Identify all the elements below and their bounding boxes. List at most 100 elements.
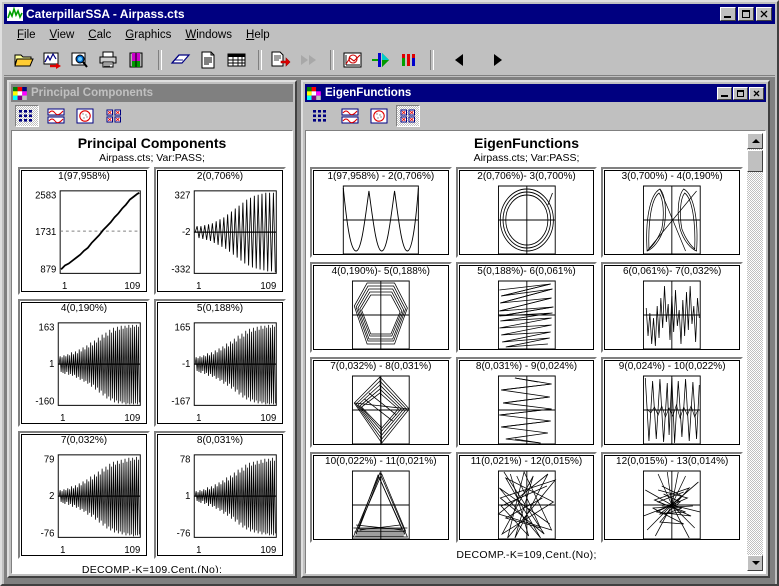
plot-canvas: 79 2 -76 1 109 xyxy=(22,447,146,557)
eigenfunctions-title-bar[interactable]: EigenFunctions xyxy=(305,84,766,102)
plot-canvas: 78 1 -76 1 109 xyxy=(158,447,282,557)
waveform-view-icon[interactable] xyxy=(44,105,68,127)
plot-cell[interactable]: 2(0,706%) 327 -2 -332 1 109 xyxy=(154,167,286,295)
plot-cell[interactable]: 2(0,706%)- 3(0,700%) xyxy=(456,167,598,258)
import-series-icon[interactable] xyxy=(40,48,65,72)
menu-calc[interactable]: Calc xyxy=(81,27,118,43)
bars-icon[interactable] xyxy=(396,48,421,72)
eigenfunctions-maximize-button[interactable] xyxy=(733,87,748,100)
next-arrow-icon[interactable] xyxy=(484,48,509,72)
svg-text:879: 879 xyxy=(40,264,56,275)
prev-arrow-icon[interactable] xyxy=(448,48,473,72)
preview-icon[interactable] xyxy=(68,48,93,72)
plot-title: 4(0,190%) xyxy=(22,303,146,315)
main-toolbar xyxy=(4,45,775,76)
plot-cell[interactable]: 7(0,032%) 79 2 -76 1 109 xyxy=(18,431,150,559)
plot-title: 5(0,188%) xyxy=(158,303,282,315)
pairs-view-icon[interactable] xyxy=(396,105,420,127)
plot-title: 7(0,032%) xyxy=(22,435,146,447)
print-icon[interactable] xyxy=(96,48,121,72)
principal-components-toolbar xyxy=(11,104,295,128)
scatter-view-icon[interactable] xyxy=(367,105,391,127)
eigenfunctions-window[interactable]: EigenFunctions xyxy=(301,80,770,578)
eigenfunctions-close-button[interactable] xyxy=(749,87,764,100)
plot-cell[interactable]: 10(0,022%) - 11(0,021%) xyxy=(310,452,452,543)
plot-cell[interactable]: 7(0,032%) - 8(0,031%) xyxy=(310,357,452,448)
eigenfunctions-title: EigenFunctions xyxy=(325,87,411,99)
pc-panel-subtitle: Airpass.cts; Var:PASS; xyxy=(12,152,292,164)
menu-view[interactable]: View xyxy=(43,27,82,43)
table-icon[interactable] xyxy=(224,48,249,72)
fast-forward-icon[interactable] xyxy=(296,48,321,72)
plot-canvas xyxy=(314,183,448,257)
eigenfunctions-vertical-scrollbar[interactable] xyxy=(747,133,763,571)
plot-cell[interactable]: 5(0,188%)- 6(0,061%) xyxy=(456,262,598,353)
plot-canvas: 2583 1731 879 1 109 xyxy=(22,183,146,293)
plot-cell[interactable]: 9(0,024%) - 10(0,022%) xyxy=(601,357,743,448)
svg-text:1: 1 xyxy=(196,413,201,424)
plot-title: 9(0,024%) - 10(0,022%) xyxy=(605,361,739,373)
svg-text:-167: -167 xyxy=(171,396,190,407)
scroll-down-arrow[interactable] xyxy=(747,555,763,571)
svg-text:2583: 2583 xyxy=(35,191,56,202)
svg-text:1: 1 xyxy=(196,281,201,292)
waveform-view-icon[interactable] xyxy=(338,105,362,127)
scatter-view-icon[interactable] xyxy=(73,105,97,127)
decomposition-icon[interactable] xyxy=(368,48,393,72)
export-icon[interactable] xyxy=(268,48,293,72)
palette-icon xyxy=(307,87,321,100)
ef-plot-grid: 1(97,958%) - 2(0,706%) xyxy=(306,167,747,543)
toolbar-separator-3 xyxy=(330,50,334,70)
svg-text:109: 109 xyxy=(124,413,140,424)
grid-view-icon[interactable] xyxy=(309,105,333,127)
plot-canvas xyxy=(314,468,448,542)
svg-text:109: 109 xyxy=(124,281,140,292)
scrollbar-thumb[interactable] xyxy=(747,150,763,172)
plot-analysis-icon[interactable] xyxy=(340,48,365,72)
menu-file[interactable]: File xyxy=(10,27,43,43)
close-button[interactable] xyxy=(756,7,772,21)
plot-cell[interactable]: 1(97,958%) - 2(0,706%) xyxy=(310,167,452,258)
menu-windows[interactable]: Windows xyxy=(178,27,239,43)
window-title: CaterpillarSSA - Airpass.cts xyxy=(26,7,185,21)
plot-canvas xyxy=(460,373,594,447)
menu-help[interactable]: Help xyxy=(239,27,277,43)
eigenfunctions-toolbar xyxy=(305,104,768,128)
plot-title: 2(0,706%)- 3(0,700%) xyxy=(460,171,594,183)
pc-panel-footer: DECOMP.-K=109,Cent.(No); xyxy=(12,564,292,574)
menu-graphics[interactable]: Graphics xyxy=(118,27,178,43)
plot-cell[interactable]: 3(0,700%) - 4(0,190%) xyxy=(601,167,743,258)
book-icon[interactable] xyxy=(168,48,193,72)
mdi-client-area: Principal Components xyxy=(4,77,775,584)
plot-cell[interactable]: 8(0,031%) - 9(0,024%) xyxy=(456,357,598,448)
plot-cell[interactable]: 4(0,190%)- 5(0,188%) xyxy=(310,262,452,353)
svg-text:-1: -1 xyxy=(182,359,190,370)
plot-cell[interactable]: 5(0,188%) 165 -1 -167 1 109 xyxy=(154,299,286,427)
open-file-icon[interactable] xyxy=(12,48,37,72)
plot-cell[interactable]: 6(0,061%)- 7(0,032%) xyxy=(601,262,743,353)
exit-icon[interactable] xyxy=(124,48,149,72)
scroll-up-arrow[interactable] xyxy=(747,133,763,149)
plot-cell[interactable]: 12(0,015%) - 13(0,014%) xyxy=(601,452,743,543)
eigenfunctions-minimize-button[interactable] xyxy=(717,87,732,100)
ef-panel-footer: DECOMP.-K=109,Cent.(No); xyxy=(306,549,747,561)
eigenfunctions-window-controls xyxy=(717,87,764,100)
principal-components-body: Principal Components Airpass.cts; Var:PA… xyxy=(11,130,293,574)
plot-title: 8(0,031%) xyxy=(158,435,282,447)
plot-title: 7(0,032%) - 8(0,031%) xyxy=(314,361,448,373)
principal-components-title-bar[interactable]: Principal Components xyxy=(11,84,293,102)
document-icon[interactable] xyxy=(196,48,221,72)
plot-cell[interactable]: 11(0,021%) - 12(0,015%) xyxy=(456,452,598,543)
plot-cell[interactable]: 1(97,958%) 2583 1731 879 1 109 xyxy=(18,167,150,295)
plot-title: 3(0,700%) - 4(0,190%) xyxy=(605,171,739,183)
plot-cell[interactable]: 4(0,190%) 163 1 -160 1 109 xyxy=(18,299,150,427)
pairs-view-icon[interactable] xyxy=(102,105,126,127)
principal-components-window[interactable]: Principal Components xyxy=(7,80,297,578)
svg-text:1: 1 xyxy=(185,491,190,502)
plot-cell[interactable]: 8(0,031%) 78 1 -76 1 109 xyxy=(154,431,286,559)
grid-view-icon[interactable] xyxy=(15,105,39,127)
maximize-button[interactable] xyxy=(738,7,754,21)
minimize-button[interactable] xyxy=(720,7,736,21)
ef-panel-title: EigenFunctions xyxy=(306,135,747,151)
svg-text:327: 327 xyxy=(175,191,191,202)
